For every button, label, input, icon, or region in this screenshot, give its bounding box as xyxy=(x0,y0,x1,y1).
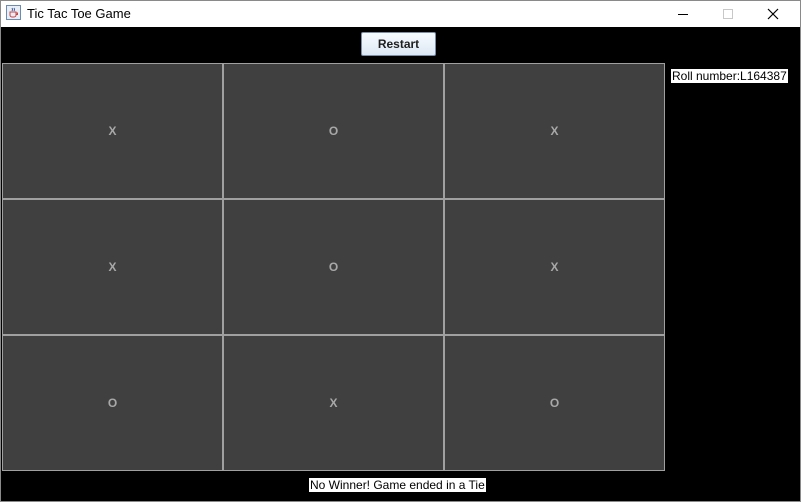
cell-mark: X xyxy=(329,396,338,410)
board-cell-0-0[interactable]: X xyxy=(2,63,223,199)
java-cup-icon xyxy=(6,5,21,20)
board-cell-0-1[interactable]: O xyxy=(223,63,444,199)
game-board: X O X X O X O X O xyxy=(2,63,665,471)
cell-mark: X xyxy=(550,260,559,274)
board-cell-2-1[interactable]: X xyxy=(223,335,444,471)
roll-number-label: Roll number:L164387 xyxy=(671,69,788,83)
board-cell-0-2[interactable]: X xyxy=(444,63,665,199)
minimize-button[interactable] xyxy=(660,1,705,26)
close-button[interactable] xyxy=(750,1,795,26)
maximize-icon xyxy=(722,8,733,19)
cell-mark: O xyxy=(107,396,118,410)
close-icon xyxy=(767,8,778,19)
window-title: Tic Tac Toe Game xyxy=(27,6,131,21)
board-cell-1-1[interactable]: O xyxy=(223,199,444,335)
board-cell-2-2[interactable]: O xyxy=(444,335,665,471)
game-window: Tic Tac Toe Game Restart X O X X O X O X O Roll … xyxy=(0,0,801,502)
board-cell-2-0[interactable]: O xyxy=(2,335,223,471)
cell-mark: O xyxy=(328,124,339,138)
cell-mark: O xyxy=(549,396,560,410)
status-message: No Winner! Game ended in a Tie xyxy=(309,478,486,492)
minimize-icon xyxy=(677,13,688,15)
title-bar[interactable]: Tic Tac Toe Game xyxy=(1,1,800,26)
cell-mark: X xyxy=(108,124,117,138)
cell-mark: O xyxy=(328,260,339,274)
board-cell-1-0[interactable]: X xyxy=(2,199,223,335)
board-cell-1-2[interactable]: X xyxy=(444,199,665,335)
maximize-button[interactable] xyxy=(705,1,750,26)
cell-mark: X xyxy=(108,260,117,274)
restart-button[interactable]: Restart xyxy=(361,32,436,56)
game-content: Restart X O X X O X O X O Roll number:L164387 No… xyxy=(1,27,800,501)
cell-mark: X xyxy=(550,124,559,138)
